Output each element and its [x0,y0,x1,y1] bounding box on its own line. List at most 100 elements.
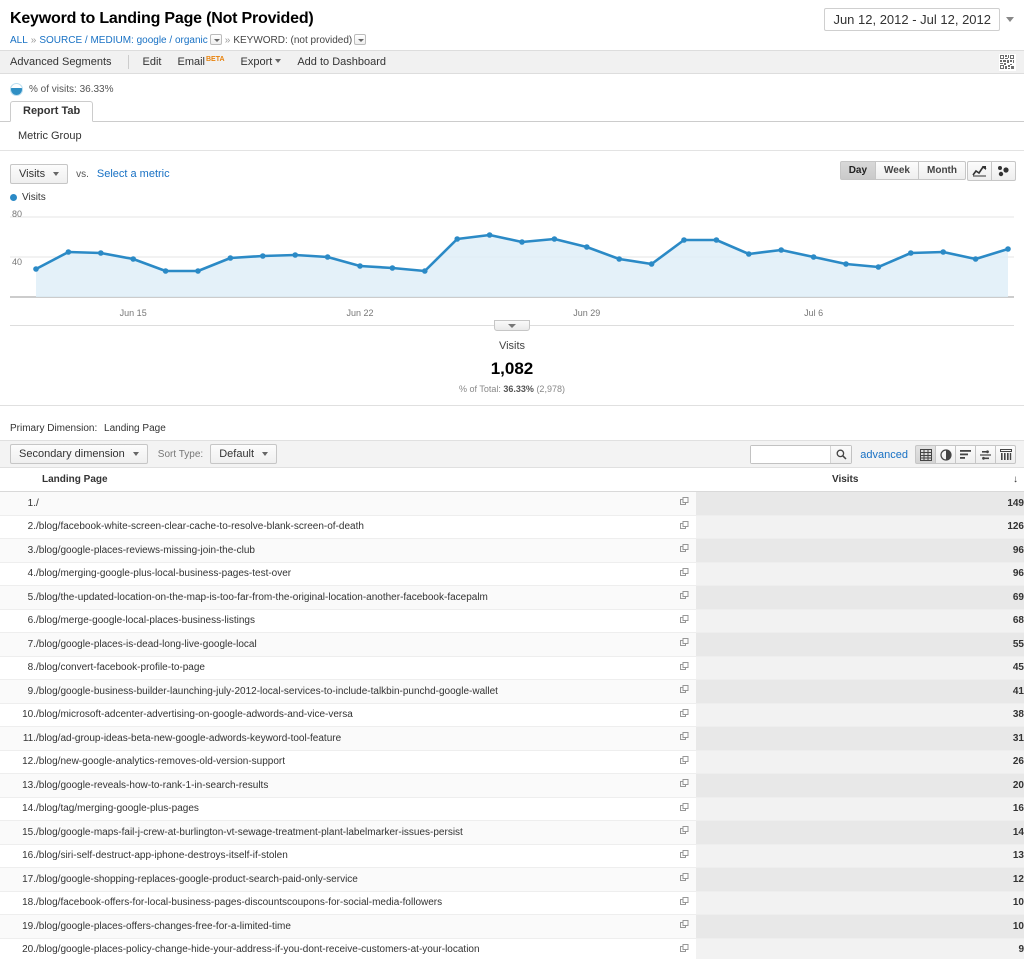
table-row[interactable]: 8./blog/convert-facebook-profile-to-page… [0,656,1024,680]
breadcrumb-source-medium[interactable]: SOURCE / MEDIUM: google / organic [39,35,207,46]
table-row[interactable]: 10./blog/microsoft-adcenter-advertising-… [0,703,1024,727]
table-row[interactable]: 7./blog/google-places-is-dead-long-live-… [0,632,1024,657]
row-landing-page[interactable]: /blog/facebook-white-screen-clear-cache-… [36,515,673,539]
row-landing-page[interactable]: /blog/the-updated-location-on-the-map-is… [36,585,673,610]
column-header-landing-page[interactable]: Landing Page [0,468,697,492]
row-landing-page[interactable]: /blog/google-maps-fail-j-crew-at-burling… [36,820,673,845]
open-page-icon[interactable] [672,820,697,845]
table-row[interactable]: 16./blog/siri-self-destruct-app-iphone-d… [0,844,1024,868]
open-page-icon[interactable] [672,844,697,868]
date-range-value[interactable]: Jun 12, 2012 - Jul 12, 2012 [824,8,1000,31]
source-medium-dropdown-icon[interactable] [209,34,222,45]
open-page-icon[interactable] [672,914,697,939]
chevron-down-icon[interactable] [1006,17,1014,22]
row-landing-page[interactable]: /blog/google-places-offers-changes-free-… [36,914,673,939]
sort-direction-icon[interactable]: ↓ [994,468,1024,492]
open-page-icon[interactable] [672,679,697,704]
open-page-icon[interactable] [672,491,697,516]
table-view-icon[interactable] [915,445,936,464]
table-row[interactable]: 19./blog/google-places-offers-changes-fr… [0,914,1024,939]
open-page-icon[interactable] [672,703,697,727]
search-icon[interactable] [830,446,852,463]
tab-report-tab[interactable]: Report Tab [10,101,94,122]
table-row[interactable]: 20./blog/google-places-policy-change-hid… [0,938,1024,959]
table-row[interactable]: 5./blog/the-updated-location-on-the-map-… [0,585,1024,610]
row-landing-page[interactable]: /blog/convert-facebook-profile-to-page [36,656,673,680]
open-page-icon[interactable] [672,585,697,610]
granularity-day-button[interactable]: Day [839,161,877,180]
row-landing-page[interactable]: /blog/google-business-builder-launching-… [36,679,673,704]
breadcrumb-all[interactable]: ALL [10,35,28,46]
motion-chart-icon[interactable] [991,161,1016,181]
open-page-icon[interactable] [672,726,697,751]
date-range-picker[interactable]: Jun 12, 2012 - Jul 12, 2012 [824,8,1014,31]
keyword-dropdown-icon[interactable] [354,34,367,45]
table-row[interactable]: 17./blog/google-shopping-replaces-google… [0,867,1024,892]
secondary-dimension-select[interactable]: Secondary dimension [10,444,148,464]
row-landing-page[interactable]: /blog/google-shopping-replaces-google-pr… [36,867,673,892]
segment-label[interactable]: % of visits: 36.33% [29,84,113,95]
primary-metric-select[interactable]: Visits [10,164,69,184]
row-landing-page[interactable]: /blog/google-places-reviews-missing-join… [36,538,673,563]
table-row[interactable]: 2./blog/facebook-white-screen-clear-cach… [0,515,1024,539]
qr-code-icon[interactable] [999,54,1016,71]
table-row[interactable]: 4./blog/merging-google-plus-local-busine… [0,562,1024,586]
open-page-icon[interactable] [672,656,697,680]
row-landing-page[interactable]: /blog/google-places-is-dead-long-live-go… [36,632,673,657]
row-landing-page[interactable]: /blog/google-places-policy-change-hide-y… [36,938,673,959]
granularity-month-button[interactable]: Month [918,161,966,180]
open-page-icon[interactable] [672,538,697,563]
search-input[interactable] [751,446,831,463]
performance-view-icon[interactable] [955,445,976,464]
row-landing-page[interactable]: /blog/microsoft-adcenter-advertising-on-… [36,703,673,727]
line-chart-icon[interactable] [967,161,992,181]
granularity-week-button[interactable]: Week [875,161,919,180]
open-page-icon[interactable] [672,797,697,821]
row-landing-page[interactable]: /blog/new-google-analytics-removes-old-v… [36,750,673,774]
pie-view-icon[interactable] [935,445,956,464]
open-page-icon[interactable] [672,562,697,586]
advanced-segments-button[interactable]: Advanced Segments [10,56,112,68]
pivot-view-icon[interactable] [995,445,1016,464]
row-landing-page[interactable]: /blog/merge-google-local-places-business… [36,609,673,633]
open-page-icon[interactable] [672,773,697,798]
email-button[interactable]: EmailBETA [177,56,224,68]
table-row[interactable]: 15./blog/google-maps-fail-j-crew-at-burl… [0,820,1024,845]
chart-expand-button[interactable] [494,320,530,331]
add-to-dashboard-button[interactable]: Add to Dashboard [297,56,386,68]
comparison-view-icon[interactable] [975,445,996,464]
table-row[interactable]: 9./blog/google-business-builder-launchin… [0,679,1024,704]
table-row[interactable]: 14./blog/tag/merging-google-plus-pages 16 [0,797,1024,821]
open-page-icon[interactable] [672,867,697,892]
table-row[interactable]: 3./blog/google-places-reviews-missing-jo… [0,538,1024,563]
table-row[interactable]: 11./blog/ad-group-ideas-beta-new-google-… [0,726,1024,751]
table-row[interactable]: 13./blog/google-reveals-how-to-rank-1-in… [0,773,1024,798]
open-page-icon[interactable] [672,632,697,657]
table-row[interactable]: 6./blog/merge-google-local-places-busine… [0,609,1024,633]
table-row[interactable]: 18./blog/facebook-offers-for-local-busin… [0,891,1024,915]
row-landing-page[interactable]: / [36,491,673,516]
search-box[interactable] [750,445,853,464]
row-landing-page[interactable]: /blog/facebook-offers-for-local-business… [36,891,673,915]
edit-button[interactable]: Edit [143,56,162,68]
row-landing-page[interactable]: /blog/siri-self-destruct-app-iphone-dest… [36,844,673,868]
advanced-search-link[interactable]: advanced [860,449,908,461]
visits-line-chart[interactable]: 80 40 Jun 15 Jun 22 Jun 29 Jul 6 [10,207,1014,331]
open-page-icon[interactable] [672,938,697,959]
open-page-icon[interactable] [672,750,697,774]
row-landing-page[interactable]: /blog/merging-google-plus-local-business… [36,562,673,586]
open-page-icon[interactable] [672,515,697,539]
primary-dimension-value[interactable]: Landing Page [104,423,166,434]
table-row[interactable]: 1./ 149 [0,491,1024,516]
table-row[interactable]: 12./blog/new-google-analytics-removes-ol… [0,750,1024,774]
row-landing-page[interactable]: /blog/tag/merging-google-plus-pages [36,797,673,821]
sort-type-select[interactable]: Default [210,444,278,464]
metric-group-label[interactable]: Metric Group [0,122,1024,151]
row-landing-page[interactable]: /blog/google-reveals-how-to-rank-1-in-se… [36,773,673,798]
export-button[interactable]: Export [241,56,282,68]
select-a-metric-link[interactable]: Select a metric [97,168,170,180]
open-page-icon[interactable] [672,891,697,915]
open-page-icon[interactable] [672,609,697,633]
row-landing-page[interactable]: /blog/ad-group-ideas-beta-new-google-adw… [36,726,673,751]
column-header-visits[interactable]: Visits [696,468,994,492]
